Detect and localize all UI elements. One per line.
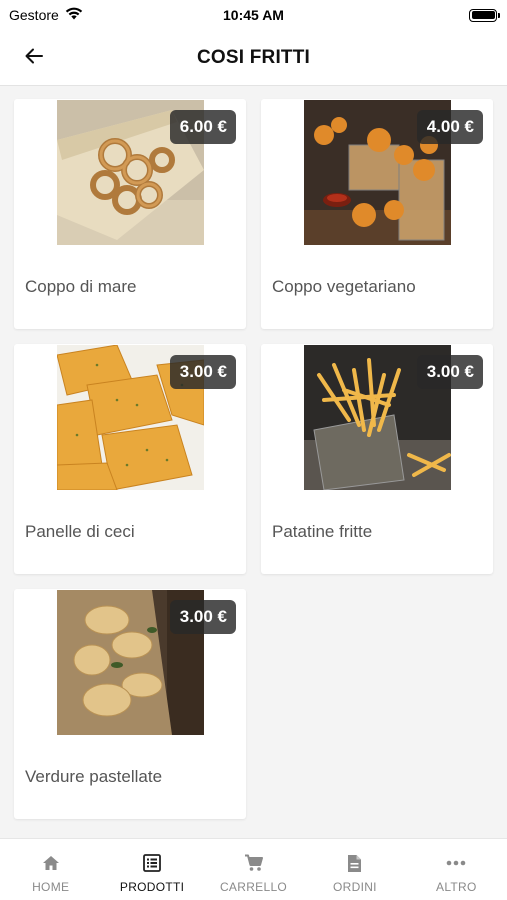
home-icon — [41, 853, 61, 873]
product-name: Coppo di mare — [25, 277, 137, 296]
nav-label: ORDINI — [333, 880, 377, 894]
nav-label: PRODOTTI — [119, 880, 185, 894]
nav-item-home[interactable]: HOME — [0, 839, 101, 900]
product-card[interactable]: 3.00 € Verdure pastellate — [14, 589, 246, 819]
product-card[interactable]: 4.00 € Coppo vegetariano — [261, 99, 493, 329]
more-icon — [446, 853, 466, 873]
product-name: Patatine fritte — [272, 522, 373, 541]
product-name: Panelle di ceci — [25, 522, 135, 541]
back-button[interactable] — [20, 44, 48, 72]
product-name: Coppo vegetariano — [272, 277, 416, 296]
nav-item-altro[interactable]: ALTRO — [406, 839, 507, 900]
cart-icon — [244, 853, 264, 873]
price-badge: 3.00 € — [416, 355, 483, 389]
document-icon — [345, 853, 365, 873]
product-card[interactable]: 3.00 € Patatine fritte — [261, 344, 493, 574]
carrier-label: Gestore — [9, 7, 59, 23]
nav-label: ALTRO — [436, 880, 477, 894]
nav-item-prodotti[interactable]: PRODOTTI — [101, 839, 202, 900]
list-icon — [142, 853, 162, 873]
status-left: Gestore — [9, 7, 83, 23]
price-badge: 4.00 € — [416, 110, 483, 144]
wifi-icon — [65, 7, 83, 23]
product-grid: 6.00 € Coppo di mare 4.00 € Coppo vegeta… — [14, 99, 494, 819]
nav-label: CARRELLO — [219, 880, 288, 894]
nav-label: HOME — [32, 880, 70, 894]
bottom-nav: HOME PRODOTTI CARRELLO ORDINI ALTRO — [0, 838, 507, 900]
battery-icon — [469, 8, 500, 22]
product-name: Verdure pastellate — [25, 767, 163, 786]
product-card[interactable]: 3.00 € Panelle di ceci — [14, 344, 246, 574]
arrow-left-icon — [25, 48, 43, 69]
product-card[interactable]: 6.00 € Coppo di mare — [14, 99, 246, 329]
status-bar: Gestore 10:45 AM — [0, 0, 507, 30]
price-badge: 3.00 € — [169, 355, 236, 389]
page-title: COSI FRITTI — [196, 46, 311, 68]
app-header: COSI FRITTI — [0, 30, 507, 86]
price-badge: 3.00 € — [169, 600, 236, 634]
price-badge: 6.00 € — [169, 110, 236, 144]
nav-item-ordini[interactable]: ORDINI — [304, 839, 405, 900]
nav-item-carrello[interactable]: CARRELLO — [203, 839, 304, 900]
